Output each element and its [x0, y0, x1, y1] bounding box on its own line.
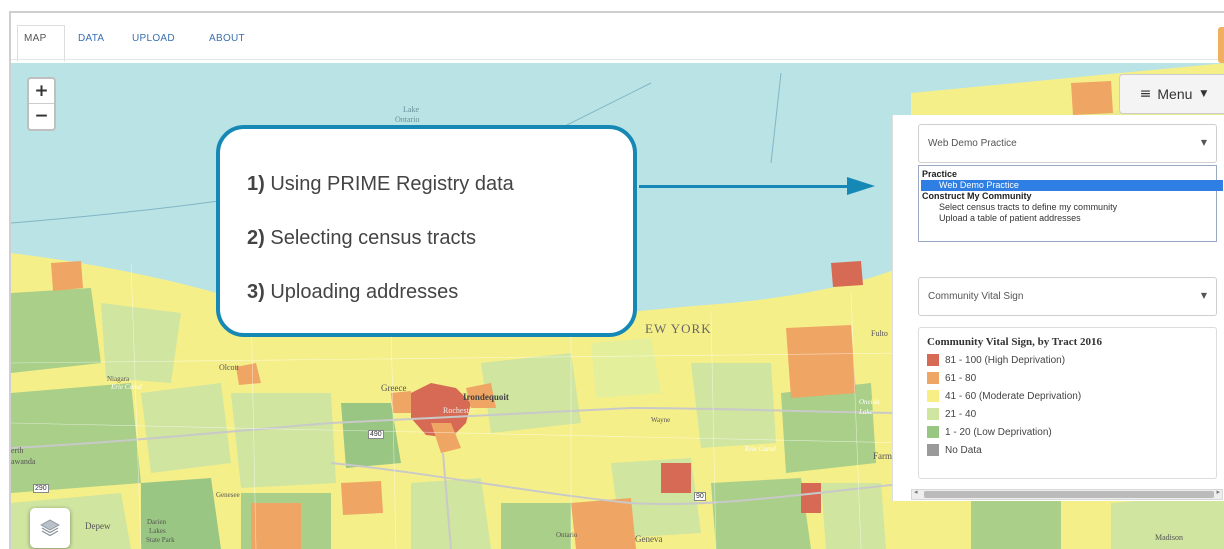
map-label-new-york: EW YORK — [645, 321, 712, 336]
arrow-right-icon — [847, 177, 875, 195]
map-legend: Community Vital Sign, by Tract 2016 81 -… — [918, 327, 1217, 479]
scroll-right-icon[interactable]: ▸ — [1216, 488, 1220, 496]
map-label-lake-east: Lake — [859, 408, 873, 416]
legend-swatch — [927, 426, 939, 438]
map-label-lakes: Lakes — [149, 527, 166, 535]
layers-button[interactable] — [30, 508, 70, 548]
legend-label: 81 - 100 (High Deprivation) — [945, 354, 1066, 366]
tab-about[interactable]: ABOUT — [209, 33, 245, 44]
annotation-callout: 1) Using PRIME Registry data 2) Selectin… — [216, 125, 637, 337]
tab-map[interactable]: MAP — [24, 33, 47, 44]
map-label-erie-canal-east: Erie Canal — [745, 445, 776, 453]
panel-horizontal-scrollbar[interactable]: ◂ ▸ — [911, 488, 1223, 500]
callout-number: 2) — [247, 227, 265, 249]
map-label-darien: Darien — [147, 518, 167, 526]
map-label-fulton: Fulto — [871, 329, 888, 338]
callout-item: 1) Using PRIME Registry data — [247, 173, 514, 196]
header-accent — [1218, 27, 1224, 63]
legend-label: No Data — [945, 444, 982, 456]
legend-item: 1 - 20 (Low Deprivation) — [927, 424, 1052, 440]
legend-label: 1 - 20 (Low Deprivation) — [945, 426, 1052, 438]
map-label-depew: Depew — [85, 521, 111, 531]
map-label-tonawanda: awanda — [11, 457, 36, 466]
practice-dropdown: Practice Web Demo Practice Construct My … — [918, 165, 1223, 242]
select-arrow-icon: ▼ — [1200, 291, 1207, 300]
map-label-lake: Lake — [403, 105, 419, 114]
dropdown-option-upload-addresses[interactable]: Upload a table of patient addresses — [919, 213, 1216, 224]
menu-button-label: Menu — [1157, 86, 1193, 102]
side-panel: Web Demo Practice ▼ Practice Web Demo Pr… — [892, 115, 1224, 501]
highway-shield-290: 290 — [33, 484, 49, 493]
map-label-erie-canal: Erie Canal — [111, 383, 142, 391]
map-label-oneida: Oneida — [859, 398, 880, 406]
legend-swatch — [927, 390, 939, 402]
callout-item: 3) Uploading addresses — [247, 281, 458, 304]
legend-item: 61 - 80 — [927, 370, 976, 386]
dropdown-group-construct: Construct My Community — [922, 191, 1032, 201]
legend-item: No Data — [927, 442, 982, 458]
callout-text: Selecting census tracts — [264, 227, 477, 249]
callout-item: 2) Selecting census tracts — [247, 227, 476, 250]
map-label-farm: Farm — [873, 451, 892, 461]
highway-shield-490: 490 — [368, 430, 384, 439]
menu-button[interactable]: ≡ Menu ▼ — [1119, 74, 1224, 114]
callout-number: 1) — [247, 173, 265, 195]
map-label-greece: Greece — [381, 383, 407, 393]
tab-data[interactable]: DATA — [78, 33, 104, 44]
legend-item: 81 - 100 (High Deprivation) — [927, 352, 1065, 368]
select-arrow-icon: ▼ — [1200, 138, 1207, 147]
legend-label: 61 - 80 — [945, 372, 977, 384]
practice-select[interactable]: Web Demo Practice ▼ — [918, 124, 1217, 163]
tab-upload[interactable]: UPLOAD — [132, 33, 175, 44]
scroll-left-icon[interactable]: ◂ — [914, 488, 918, 496]
legend-swatch — [927, 408, 939, 420]
app-window: MAP DATA UPLOAD ABOUT Lake Ontario EW YO… — [9, 11, 1224, 549]
zoom-in-button[interactable]: + — [29, 79, 54, 104]
layers-icon — [40, 519, 60, 537]
legend-swatch — [927, 354, 939, 366]
legend-label: 41 - 60 (Moderate Deprivation) — [945, 390, 1082, 402]
top-nav: MAP DATA UPLOAD ABOUT — [11, 13, 1224, 63]
map-label-genesee: Genesee — [216, 491, 240, 499]
callout-text: Uploading addresses — [264, 281, 459, 303]
callout-arrow-line — [639, 185, 851, 188]
dropdown-group-practice: Practice — [922, 169, 958, 179]
measure-select-value: Community Vital Sign — [928, 291, 1024, 302]
legend-title: Community Vital Sign, by Tract 2016 — [927, 336, 1102, 348]
map-label-irondequoit: Irondequoit — [463, 392, 509, 402]
dropdown-option-web-demo[interactable]: Web Demo Practice — [921, 180, 1223, 191]
legend-item: 41 - 60 (Moderate Deprivation) — [927, 388, 1081, 404]
caret-down-icon: ▼ — [1200, 89, 1208, 99]
scroll-thumb[interactable] — [924, 491, 1214, 498]
map-label-ontario-lake: Ontario — [395, 115, 420, 124]
measure-select[interactable]: Community Vital Sign ▼ — [918, 277, 1217, 316]
hamburger-icon: ≡ — [1139, 86, 1152, 102]
map-label-niagara: Niagara — [107, 375, 130, 383]
map-label-state-park: State Park — [146, 536, 175, 544]
map-label-madison: Madison — [1155, 533, 1183, 542]
practice-select-value: Web Demo Practice — [928, 138, 1017, 149]
map-label-geneva: Geneva — [635, 534, 663, 544]
callout-text: Using PRIME Registry data — [264, 173, 514, 195]
tab-divider — [11, 59, 1224, 60]
callout-number: 3) — [247, 281, 265, 303]
map-label-north: erth — [11, 446, 24, 455]
zoom-out-button[interactable]: − — [29, 104, 54, 129]
map-label-ontario-county: Ontario — [556, 531, 578, 539]
legend-swatch — [927, 444, 939, 456]
legend-swatch — [927, 372, 939, 384]
dropdown-option-select-tracts[interactable]: Select census tracts to define my commun… — [919, 202, 1216, 213]
legend-item: 21 - 40 — [927, 406, 976, 422]
zoom-control: + − — [27, 77, 56, 131]
map-label-rochester: Rochester — [443, 406, 475, 415]
highway-shield-90: 90 — [694, 492, 706, 501]
map-label-wayne: Wayne — [651, 416, 671, 424]
map-label-olcott: Olcott — [219, 363, 239, 372]
legend-label: 21 - 40 — [945, 408, 977, 420]
